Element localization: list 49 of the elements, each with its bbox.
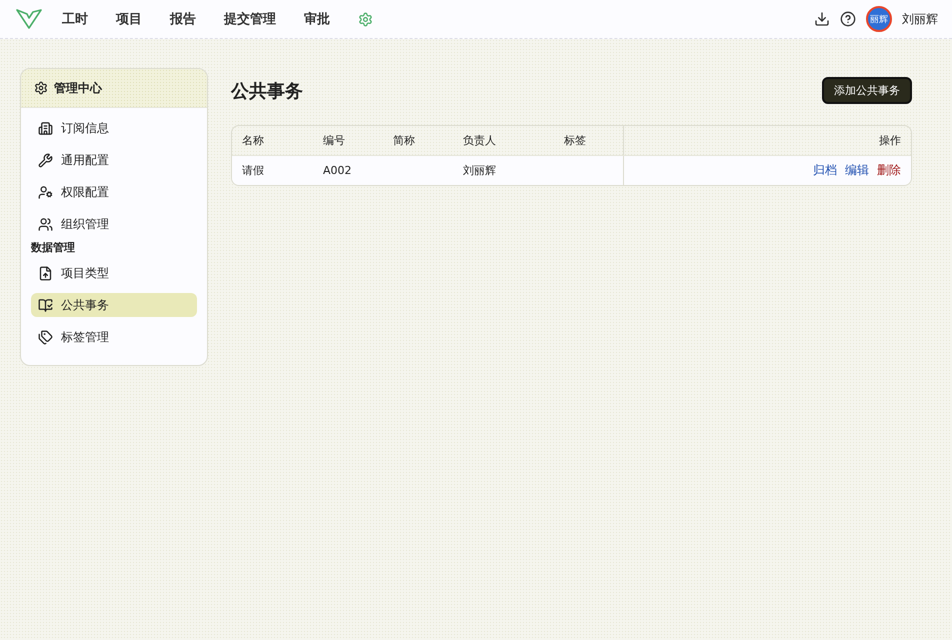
user-gear-icon (38, 184, 53, 200)
sidebar-item[interactable]: 权限配置 (31, 180, 197, 204)
page-title: 公共事务 (231, 80, 303, 102)
column-header: 简称 (392, 133, 416, 148)
sidebar-item-label: 公共事务 (61, 296, 109, 314)
column-header: 名称 (241, 133, 265, 148)
sidebar-item[interactable]: 订阅信息 (31, 116, 197, 140)
sidebar-item-label: 组织管理 (61, 216, 109, 232)
user-avatar[interactable]: 丽辉 (866, 6, 892, 32)
table-cell-text: 刘丽辉 (462, 163, 497, 178)
sidebar-item-label: 标签管理 (61, 328, 109, 346)
nav-link[interactable]: 报告 (170, 10, 196, 28)
help-icon[interactable] (840, 11, 856, 27)
logo-icon (16, 8, 42, 30)
building-icon (38, 120, 53, 136)
sidebar-item-label: 通用配置 (61, 152, 109, 168)
sidebar-item[interactable]: 组织管理 (31, 212, 197, 236)
sidebar-item[interactable]: 通用配置 (31, 148, 197, 172)
table-cell-text: 请假 (241, 163, 265, 178)
column-header: 负责人 (462, 133, 497, 148)
nav-link[interactable]: 审批 (304, 10, 330, 28)
column-header: 标签 (563, 133, 587, 148)
user-name: 刘丽辉 (902, 10, 938, 28)
delete-link[interactable]: 删除 (877, 162, 901, 179)
sidebar-title: 管理中心 (54, 80, 102, 96)
sidebar-item-label: 权限配置 (61, 184, 109, 200)
section-heading: 数据管理 (30, 240, 76, 255)
sidebar-item[interactable]: 标签管理 (31, 325, 197, 349)
tag-icon (38, 330, 53, 344)
users-icon (38, 216, 53, 232)
sidebar-item-label: 项目类型 (61, 264, 109, 282)
table-cell-text: A002 (322, 164, 353, 177)
sidebar-item-label: 订阅信息 (61, 120, 109, 136)
nav-link[interactable]: 项目 (116, 10, 142, 28)
nav-link[interactable]: 工时 (62, 10, 88, 28)
file-upload-icon (38, 266, 53, 280)
settings-icon (34, 81, 48, 95)
settings-icon[interactable] (358, 12, 373, 26)
nav-link[interactable]: 提交管理 (224, 10, 276, 28)
action-link[interactable]: 归档 (813, 162, 837, 179)
action-link[interactable]: 编辑 (845, 162, 869, 179)
add-button[interactable]: 添加公共事务 (822, 77, 912, 104)
sidebar-item[interactable]: 公共事务 (31, 293, 197, 317)
column-header: 操作 (879, 133, 901, 148)
book-check-icon (38, 298, 53, 312)
column-header: 编号 (322, 133, 346, 148)
wrench-icon (38, 152, 53, 168)
download-icon[interactable] (814, 11, 830, 27)
sidebar-item[interactable]: 项目类型 (31, 261, 197, 285)
